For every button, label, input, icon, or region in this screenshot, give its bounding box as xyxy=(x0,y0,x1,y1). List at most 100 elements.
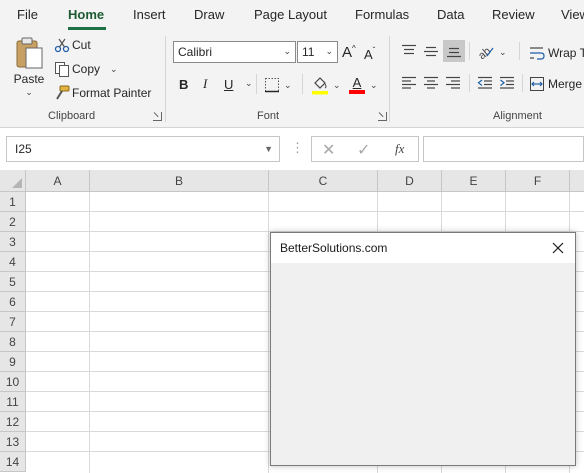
tab-draw[interactable]: Draw xyxy=(194,7,224,22)
align-right-button[interactable] xyxy=(445,76,463,90)
font-name-select[interactable]: Calibri ⌄ xyxy=(173,41,296,63)
grid-line xyxy=(26,211,584,212)
clipboard-launcher-icon[interactable] xyxy=(153,112,162,121)
fill-color-button[interactable]: ⌄ xyxy=(311,74,341,96)
paste-dropdown-icon[interactable]: ⌄ xyxy=(25,87,33,98)
column-header-c[interactable]: C xyxy=(269,170,378,192)
name-box[interactable]: I25 ▼ xyxy=(6,136,280,162)
row-header-8[interactable]: 8 xyxy=(0,332,26,352)
copy-dropdown-icon[interactable]: ⌄ xyxy=(110,64,118,75)
font-color-swatch xyxy=(349,90,365,94)
column-header-partial xyxy=(570,170,584,192)
row-header-12[interactable]: 12 xyxy=(0,412,26,432)
underline-button[interactable]: U xyxy=(224,74,233,94)
decrease-font-size-icon: A xyxy=(364,46,373,62)
decrease-font-size-button[interactable]: Aˇ xyxy=(364,44,375,64)
dialog-titlebar[interactable]: BetterSolutions.com xyxy=(271,233,575,263)
insert-function-icon[interactable]: fx xyxy=(395,141,404,157)
align-left-button[interactable] xyxy=(401,76,419,90)
alignment-separator-2 xyxy=(519,42,520,60)
paste-icon xyxy=(13,36,45,70)
cut-button[interactable]: Cut xyxy=(54,36,91,54)
svg-text:ab: ab xyxy=(477,45,493,60)
align-right-icon xyxy=(446,76,460,89)
column-header-f[interactable]: F xyxy=(506,170,570,192)
row-header-3[interactable]: 3 xyxy=(0,232,26,252)
top-align-button[interactable] xyxy=(401,44,419,58)
middle-align-button[interactable] xyxy=(423,44,441,58)
bold-button[interactable]: B xyxy=(179,74,188,94)
column-header-d[interactable]: D xyxy=(378,170,442,192)
column-header-b[interactable]: B xyxy=(90,170,269,192)
name-box-dropdown-icon[interactable]: ▼ xyxy=(264,144,273,154)
borders-dropdown-icon[interactable]: ⌄ xyxy=(284,80,292,91)
align-left-icon xyxy=(402,76,416,89)
row-header-7[interactable]: 7 xyxy=(0,312,26,332)
orientation-icon: ab xyxy=(477,45,494,60)
orientation-button[interactable]: ab ⌄ xyxy=(477,42,507,62)
tab-file[interactable]: File xyxy=(17,7,38,22)
tab-insert[interactable]: Insert xyxy=(133,7,166,22)
font-color-dropdown-icon[interactable]: ⌄ xyxy=(370,80,378,91)
row-header-5[interactable]: 5 xyxy=(0,272,26,292)
bottom-align-icon xyxy=(447,47,461,58)
copy-icon xyxy=(54,61,70,77)
bottom-align-button[interactable] xyxy=(443,40,465,62)
paste-button[interactable]: Paste ⌄ xyxy=(8,36,50,102)
italic-button[interactable]: I xyxy=(203,74,207,94)
copy-button[interactable]: Copy ⌄ xyxy=(54,60,118,78)
increase-font-size-button[interactable]: A ^ xyxy=(342,42,356,62)
tab-home[interactable]: Home xyxy=(68,7,104,22)
font-launcher-icon[interactable] xyxy=(378,112,387,121)
column-header-a[interactable]: A xyxy=(26,170,90,192)
decrease-indent-icon xyxy=(477,76,492,89)
row-header-1[interactable]: 1 xyxy=(0,192,26,212)
row-header-2[interactable]: 2 xyxy=(0,212,26,232)
close-button[interactable] xyxy=(549,239,567,257)
row-header-11[interactable]: 11 xyxy=(0,392,26,412)
enter-check-icon[interactable]: ✓ xyxy=(357,140,370,160)
increase-indent-icon xyxy=(500,76,514,89)
tab-page-layout[interactable]: Page Layout xyxy=(254,7,327,22)
merge-center-button[interactable]: Merge xyxy=(529,75,582,93)
formula-input[interactable] xyxy=(423,136,584,162)
tab-view[interactable]: View xyxy=(561,7,584,22)
tab-formulas[interactable]: Formulas xyxy=(355,7,409,22)
font-size-dropdown-icon: ⌄ xyxy=(325,46,333,56)
row-header-13[interactable]: 13 xyxy=(0,432,26,452)
row-header-10[interactable]: 10 xyxy=(0,372,26,392)
increase-font-size-icon: A xyxy=(342,43,353,61)
row-header-4[interactable]: 4 xyxy=(0,252,26,272)
align-center-button[interactable] xyxy=(423,76,441,90)
row-header-6[interactable]: 6 xyxy=(0,292,26,312)
orientation-dropdown-icon[interactable]: ⌄ xyxy=(499,47,507,58)
tab-data[interactable]: Data xyxy=(437,7,464,22)
column-header-e[interactable]: E xyxy=(442,170,506,192)
increase-indent-button[interactable] xyxy=(499,76,517,90)
decrease-indent-button[interactable] xyxy=(477,76,495,90)
font-size-select[interactable]: 11 ⌄ xyxy=(297,41,338,63)
fill-color-dropdown-icon[interactable]: ⌄ xyxy=(333,80,341,91)
wrap-text-button[interactable]: Wrap T xyxy=(529,44,584,62)
ribbon-separator xyxy=(165,36,166,122)
format-painter-button[interactable]: Format Painter xyxy=(54,84,151,102)
cancel-icon[interactable]: ✕ xyxy=(322,140,335,160)
row-header-9[interactable]: 9 xyxy=(0,352,26,372)
alignment-separator-4 xyxy=(522,74,523,92)
tab-review[interactable]: Review xyxy=(492,7,535,22)
userform-dialog[interactable]: BetterSolutions.com xyxy=(270,232,576,466)
font-color-button[interactable]: A ⌄ xyxy=(348,74,378,96)
row-header-14[interactable]: 14 xyxy=(0,452,26,472)
middle-align-icon xyxy=(424,46,438,57)
alignment-separator xyxy=(469,42,470,60)
borders-button[interactable]: ⌄ xyxy=(264,76,292,94)
wrap-text-icon xyxy=(530,47,545,60)
font-separator-2 xyxy=(302,74,303,94)
select-all-corner[interactable] xyxy=(0,170,26,192)
underline-dropdown-icon[interactable]: ⌄ xyxy=(245,78,253,89)
font-group-label: Font xyxy=(257,110,280,122)
font-size-value: 11 xyxy=(302,45,315,59)
font-name-value: Calibri xyxy=(178,45,213,59)
ribbon: Paste ⌄ Cut Copy ⌄ Format Painter Clipbo… xyxy=(0,32,584,128)
formula-bar-grip-icon[interactable]: ⋮ xyxy=(291,140,304,156)
